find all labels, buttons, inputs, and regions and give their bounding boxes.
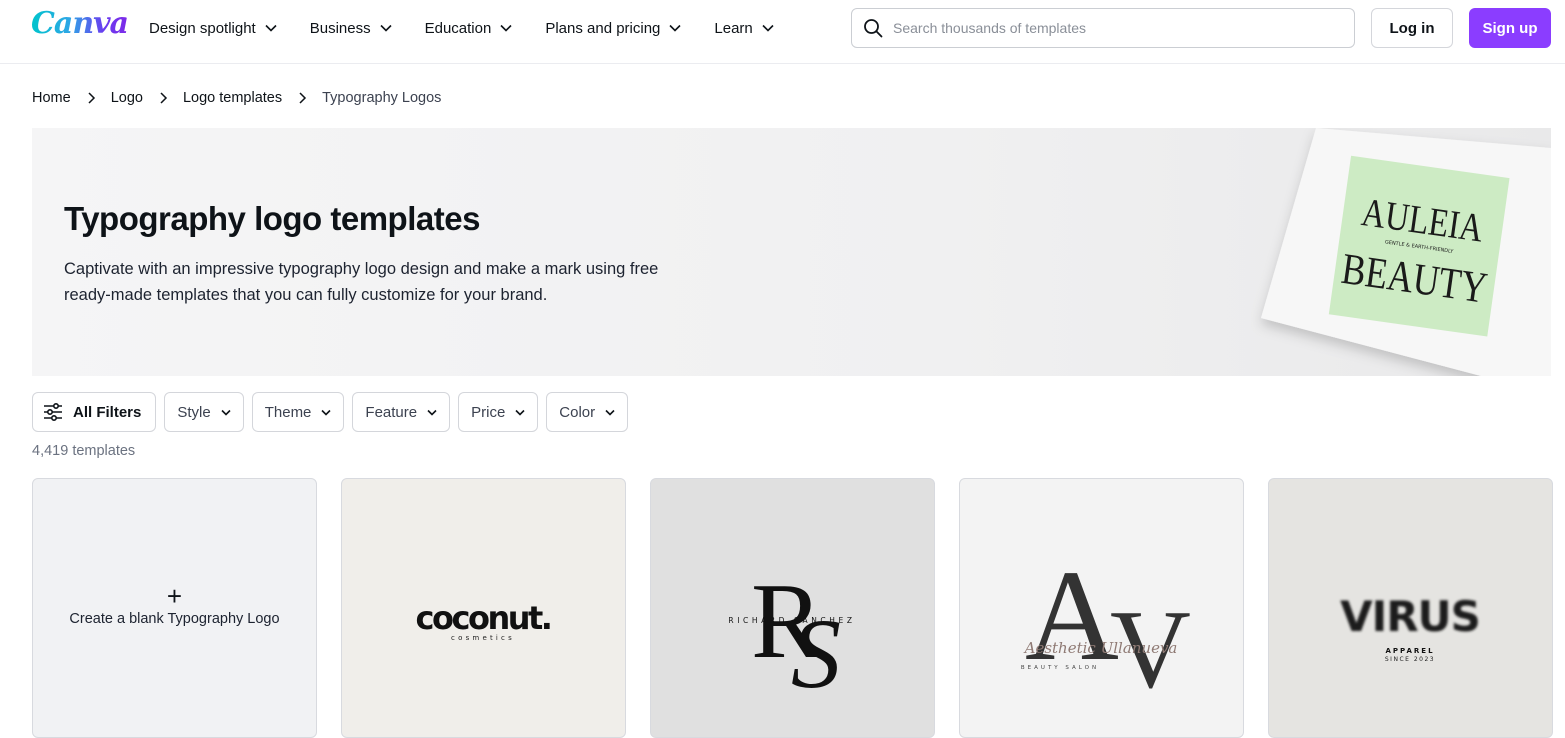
breadcrumb-logo[interactable]: Logo [111, 90, 143, 106]
svg-text:S: S [791, 598, 841, 709]
breadcrumb-home[interactable]: Home [32, 90, 71, 106]
create-blank-label: Create a blank Typography Logo [69, 611, 280, 627]
breadcrumb: Home Logo Logo templates Typography Logo… [32, 90, 441, 106]
search-icon [864, 19, 883, 38]
template-subtitle: cosmetics [451, 634, 515, 642]
nav-label: Business [309, 19, 371, 37]
all-filters-button[interactable]: All Filters [32, 392, 157, 432]
template-title: VIRUS [1340, 592, 1480, 641]
chevron-down-icon [515, 409, 525, 416]
filter-label: Price [471, 403, 506, 421]
filter-label: Theme [264, 403, 312, 421]
template-thumbnail: R S RS RICHARD SANCHEZ [728, 562, 855, 709]
top-header: Canva Design spotlight Business Educatio… [0, 0, 1565, 64]
main-nav: Design spotlight Business Education Plan… [149, 18, 807, 38]
template-card-coconut[interactable]: coconut. cosmetics [341, 478, 626, 738]
filter-label: Feature [365, 403, 418, 421]
template-thumbnail: A V AV Aesthetic Ullanueva BEAUTY SALON [1021, 544, 1191, 712]
template-thumbnail: coconut. cosmetics [416, 599, 553, 642]
hero-image: AULEIA GENTLE & EARTH-FRIENDLY BEAUTY [1261, 128, 1551, 376]
nav-label: Education [424, 19, 492, 37]
filter-price[interactable]: Price [458, 392, 539, 432]
chevron-down-icon [762, 24, 774, 32]
page-title: Typography logo templates [64, 200, 480, 237]
filter-theme[interactable]: Theme [251, 392, 345, 432]
chevron-right-icon [88, 92, 95, 104]
search-input[interactable] [893, 20, 1333, 36]
chevron-right-icon [299, 92, 307, 104]
chevron-down-icon [605, 409, 615, 416]
filter-style[interactable]: Style [164, 392, 244, 432]
filter-color[interactable]: Color [546, 392, 629, 432]
template-subtitle: APPAREL [1385, 647, 1434, 655]
login-button[interactable]: Log in [1371, 8, 1453, 48]
results-count: 4,419 templates [32, 443, 136, 459]
template-card-virus[interactable]: VIRUS APPAREL SINCE 2023 [1268, 478, 1553, 738]
template-grid: + Create a blank Typography Logo coconut… [32, 478, 1553, 738]
template-thumbnail: VIRUS APPAREL SINCE 2023 [1340, 592, 1481, 663]
nav-learn[interactable]: Learn [714, 18, 774, 38]
template-subtitle: BEAUTY SALON [1021, 665, 1099, 671]
chevron-down-icon [669, 24, 681, 32]
nav-education[interactable]: Education [425, 18, 513, 38]
nav-label: Design spotlight [149, 19, 256, 37]
breadcrumb-current: Typography Logos [322, 90, 442, 106]
page-description: Captivate with an impressive typography … [64, 260, 659, 304]
nav-design-spotlight[interactable]: Design spotlight [149, 18, 277, 38]
filter-label: Style [177, 403, 211, 421]
signup-button[interactable]: Sign up [1469, 8, 1551, 48]
nav-label: Learn [714, 19, 753, 37]
template-script: Aesthetic Ullanueva [1023, 639, 1178, 657]
sliders-icon [44, 402, 62, 422]
hero-banner: Typography logo templates Captivate with… [32, 128, 1551, 376]
chevron-down-icon [265, 24, 277, 32]
search-box [851, 8, 1355, 48]
template-card-aesthetic-ullanueva[interactable]: A V AV Aesthetic Ullanueva BEAUTY SALON [959, 478, 1244, 738]
template-title: coconut. [416, 599, 551, 637]
create-blank-card[interactable]: + Create a blank Typography Logo [32, 478, 317, 738]
nav-business[interactable]: Business [310, 18, 392, 38]
chevron-down-icon [380, 24, 392, 32]
plus-icon: + [166, 581, 183, 611]
chevron-down-icon [427, 409, 437, 416]
template-subtitle: RICHARD SANCHEZ [728, 616, 855, 625]
nav-label: Plans and pricing [545, 19, 661, 37]
chevron-right-icon [160, 92, 168, 104]
canva-logo[interactable]: Canva [31, 6, 129, 41]
all-filters-label: All Filters [73, 403, 142, 421]
template-subtitle2: SINCE 2023 [1385, 656, 1435, 663]
filter-label: Color [559, 403, 596, 421]
template-card-richard-sanchez[interactable]: R S RS RICHARD SANCHEZ [650, 478, 935, 738]
chevron-down-icon [221, 409, 231, 416]
chevron-down-icon [321, 409, 331, 416]
filter-bar: All Filters Style Theme Feature Price Co… [32, 392, 629, 432]
breadcrumb-logo-templates[interactable]: Logo templates [183, 90, 282, 106]
chevron-down-icon [500, 24, 512, 32]
nav-plans-pricing[interactable]: Plans and pricing [545, 18, 681, 38]
filter-feature[interactable]: Feature [352, 392, 451, 432]
